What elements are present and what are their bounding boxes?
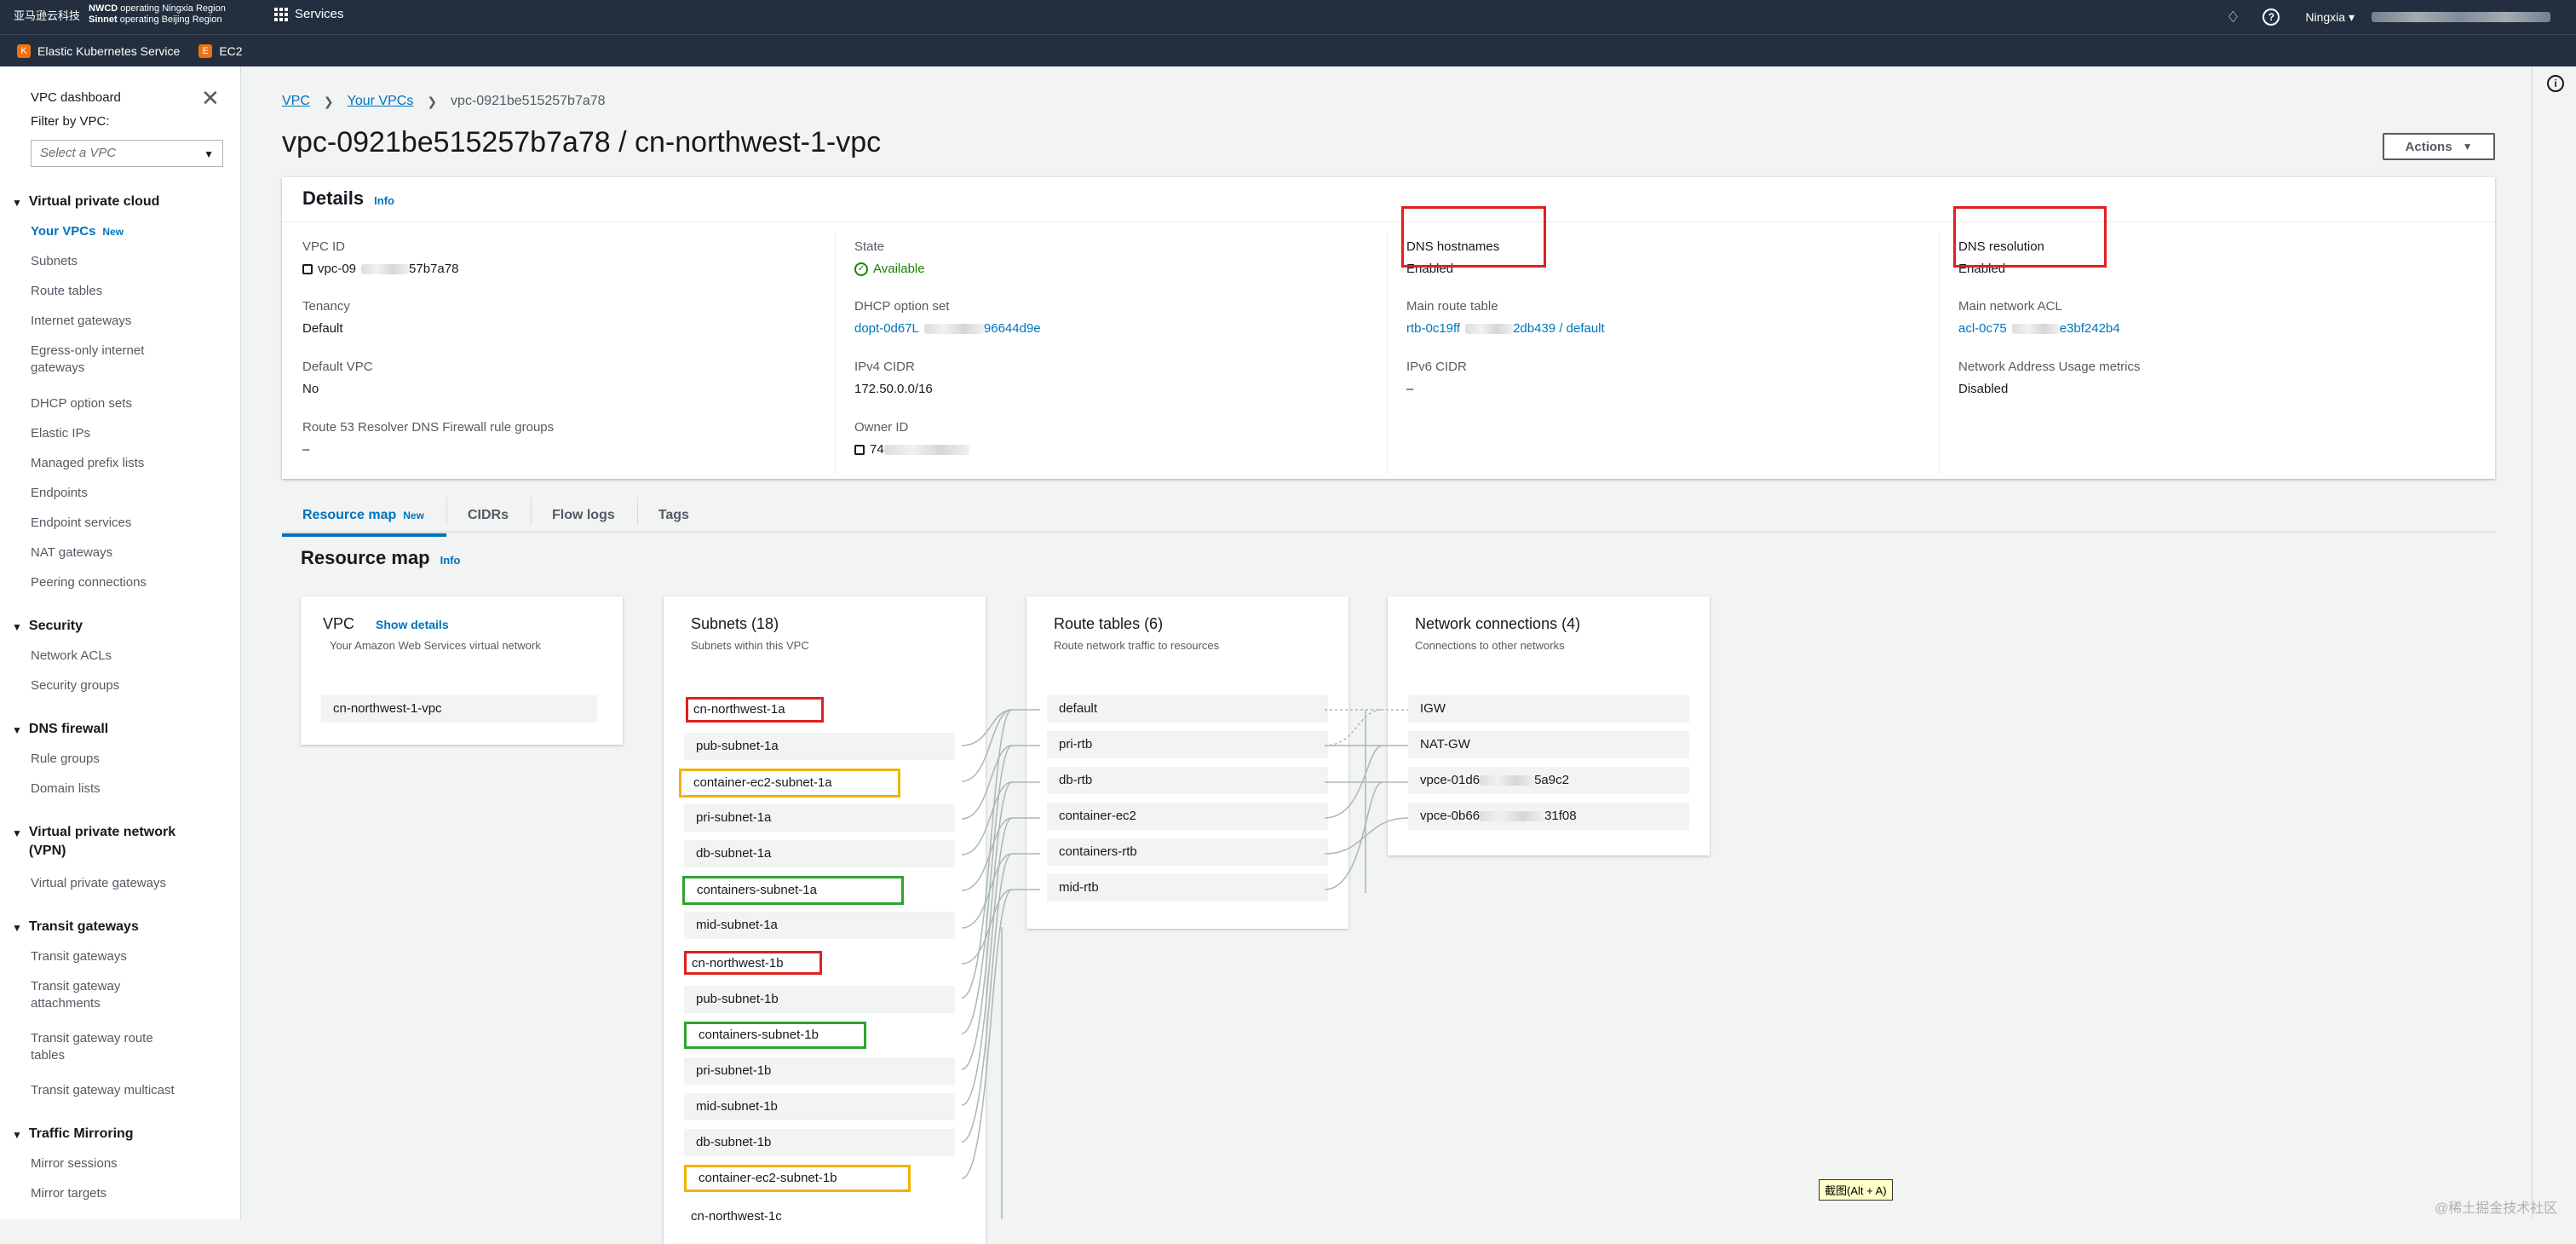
services-label: Services — [295, 7, 344, 21]
caret-down-icon: ▼ — [204, 148, 214, 160]
sidebar-section-label: Virtual private network (VPN) — [28, 825, 176, 858]
services-grid-icon — [274, 7, 288, 21]
favorite-eks-label: Elastic Kubernetes Service — [37, 43, 181, 58]
brand-logo[interactable]: 亚马逊云科技 NWCD operating Ningxia Region Sin… — [14, 3, 226, 26]
sidebar-item-0-11[interactable]: Peering connections — [0, 574, 175, 591]
sidebar-item-1-0[interactable]: Network ACLs — [0, 648, 175, 665]
watermark: @稀土掘金技术社区 — [2435, 1201, 2558, 1216]
sidebar-item-0-2[interactable]: Route tables — [0, 283, 175, 300]
caret-down-icon: ▼ — [12, 197, 22, 209]
sidebar-section-label: Security — [28, 619, 83, 633]
brand-logo-text: 亚马逊云科技 — [14, 9, 81, 22]
vpc-filter-select[interactable]: Select a VPC ▼ — [31, 140, 223, 167]
sidebar-section-label: Transit gateways — [28, 919, 139, 934]
sidebar-section-2[interactable]: ▼ DNS firewall — [0, 720, 208, 740]
sidebar-section-label: DNS firewall — [28, 722, 109, 736]
favorite-ec2[interactable]: E EC2 — [198, 43, 243, 58]
eks-icon: K — [17, 43, 31, 58]
favorites-bar: K Elastic Kubernetes Service E EC2 — [0, 34, 2576, 66]
sidebar-section-1[interactable]: ▼ Security — [0, 617, 208, 636]
sidebar-item-4-0[interactable]: Transit gateways — [0, 948, 175, 965]
sidebar-vpc-dashboard[interactable]: VPC dashboard — [31, 90, 121, 105]
sidebar-item-0-6[interactable]: Elastic IPs — [0, 425, 175, 442]
vpc-filter-placeholder: Select a VPC — [40, 146, 117, 160]
caret-down-icon: ▼ — [12, 1129, 22, 1141]
brand-region-text: NWCD operating Ningxia Region Sinnet ope… — [89, 3, 226, 25]
sidebar-item-0-9[interactable]: Endpoint services — [0, 515, 175, 532]
screenshot-tooltip: 截图(Alt + A) — [1819, 1179, 1893, 1201]
sidebar-item-4-1[interactable]: Transit gateway attachments — [0, 978, 175, 1012]
caret-down-icon: ▼ — [12, 724, 22, 736]
ec2-icon: E — [198, 43, 213, 58]
filter-label: Filter by VPC: — [31, 114, 110, 129]
sidebar-item-0-1[interactable]: Subnets — [0, 253, 175, 270]
sidebar: VPC dashboard ✕ Filter by VPC: Select a … — [0, 66, 241, 1219]
sidebar-item-0-4[interactable]: Egress-only internet gateways — [0, 343, 175, 377]
info-panel-icon[interactable]: i — [2547, 75, 2564, 92]
caret-down-icon: ▼ — [12, 922, 22, 934]
favorite-ec2-label: EC2 — [219, 43, 243, 58]
sidebar-item-0-8[interactable]: Endpoints — [0, 485, 175, 502]
sidebar-item-0-3[interactable]: Internet gateways — [0, 313, 175, 330]
sidebar-item-5-1[interactable]: Mirror targets — [0, 1185, 175, 1202]
caret-down-icon: ▼ — [12, 621, 22, 633]
sidebar-item-3-0[interactable]: Virtual private gateways — [0, 875, 175, 892]
sidebar-section-5[interactable]: ▼ Traffic Mirroring — [0, 1125, 208, 1144]
sidebar-item-2-0[interactable]: Rule groups — [0, 751, 175, 768]
new-badge: New — [102, 226, 124, 238]
sidebar-item-4-2[interactable]: Transit gateway route tables — [0, 1030, 175, 1064]
sidebar-section-0[interactable]: ▼ Virtual private cloud — [0, 193, 208, 212]
sidebar-section-4[interactable]: ▼ Transit gateways — [0, 918, 208, 937]
favorite-eks[interactable]: K Elastic Kubernetes Service — [17, 43, 181, 58]
top-right-controls: ♢ ? Ningxia ▾ — [2213, 0, 2576, 34]
right-panel-divider — [2532, 66, 2533, 1219]
sidebar-item-5-0[interactable]: Mirror sessions — [0, 1155, 175, 1172]
sidebar-section-label: Virtual private cloud — [28, 194, 160, 209]
sidebar-item-1-1[interactable]: Security groups — [0, 677, 175, 694]
services-menu[interactable]: Services — [274, 7, 344, 21]
sidebar-item-4-3[interactable]: Transit gateway multicast — [0, 1082, 175, 1099]
sidebar-item-0-10[interactable]: NAT gateways — [0, 544, 175, 562]
region-selector[interactable]: Ningxia ▾ — [2305, 10, 2355, 25]
sidebar-item-0-5[interactable]: DHCP option sets — [0, 395, 175, 412]
sidebar-item-0-7[interactable]: Managed prefix lists — [0, 455, 175, 472]
help-icon[interactable]: ? — [2263, 9, 2280, 26]
sidebar-section-3[interactable]: ▼ Virtual private network (VPN) — [0, 823, 208, 861]
top-navigation: 亚马逊云科技 NWCD operating Ningxia Region Sin… — [0, 0, 2576, 34]
main-content: VPC ❯ Your VPCs ❯ vpc-0921be515257b7a78 … — [241, 66, 2576, 1244]
caret-down-icon: ▼ — [12, 827, 22, 839]
sidebar-section-label: Traffic Mirroring — [28, 1126, 134, 1141]
sidebar-item-0-0[interactable]: Your VPCs New — [0, 223, 175, 240]
resource-map-connectors — [961, 709, 1409, 1219]
account-menu[interactable] — [2372, 12, 2550, 22]
sidebar-item-2-1[interactable]: Domain lists — [0, 780, 175, 798]
bell-icon[interactable]: ♢ — [2223, 8, 2242, 26]
close-icon[interactable]: ✕ — [201, 85, 220, 112]
